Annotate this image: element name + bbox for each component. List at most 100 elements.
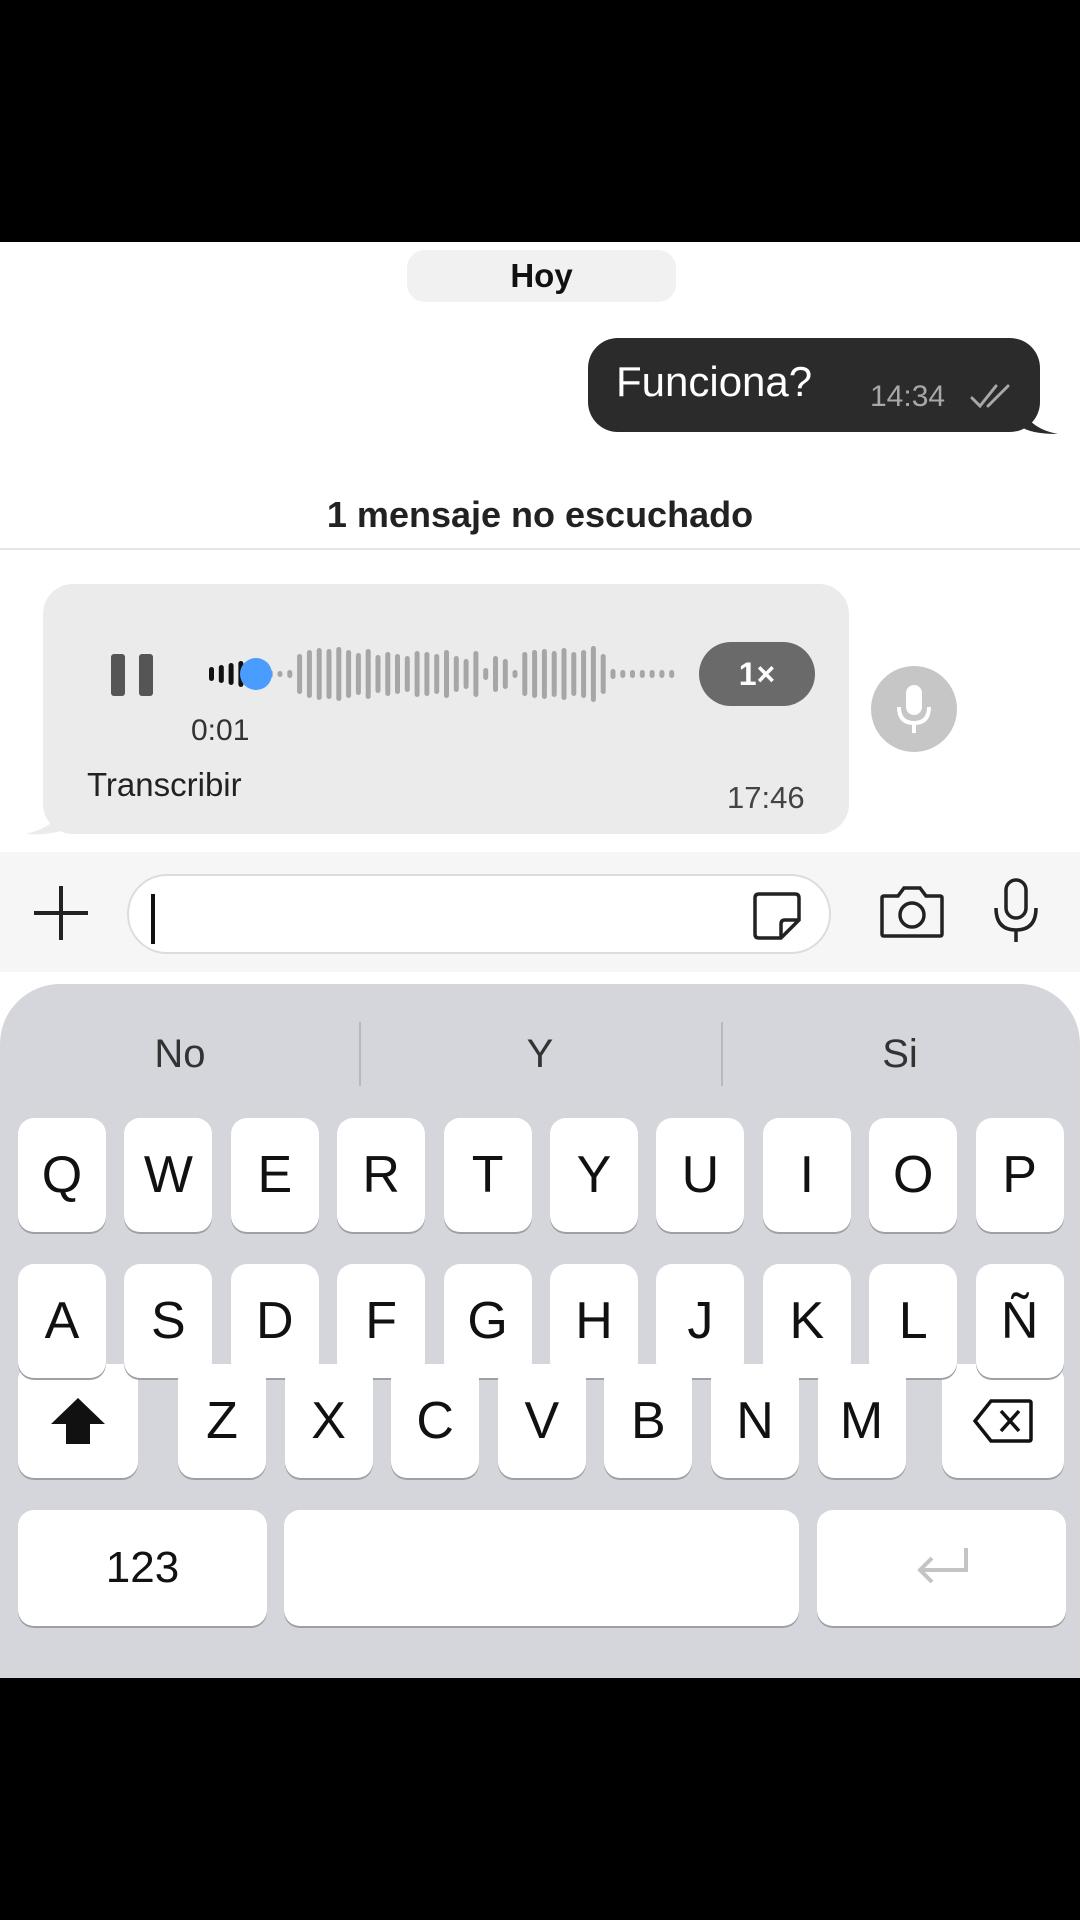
backspace-key[interactable]	[942, 1364, 1064, 1478]
waveform-bar	[649, 670, 655, 678]
waveform-bar	[532, 650, 538, 698]
key-u[interactable]: U	[656, 1118, 745, 1232]
transcribe-link[interactable]: Transcribir	[87, 766, 242, 804]
key-k[interactable]: K	[762, 1264, 851, 1378]
return-key[interactable]	[817, 1510, 1066, 1626]
voice-message[interactable]: 1× 0:01 Transcribir 17:46	[43, 584, 849, 834]
outgoing-message[interactable]: Funciona? 14:34	[588, 338, 1040, 432]
key-h[interactable]: H	[550, 1264, 638, 1378]
waveform-bar	[385, 652, 391, 696]
key-f[interactable]: F	[337, 1264, 426, 1378]
message-input[interactable]	[127, 874, 831, 954]
key-y[interactable]: Y	[550, 1118, 638, 1232]
key-n[interactable]: N	[711, 1364, 799, 1478]
waveform-bar	[502, 659, 508, 689]
key-p[interactable]: P	[975, 1118, 1064, 1232]
waveform-bar	[297, 654, 303, 694]
suggestion-1[interactable]: No	[0, 1018, 360, 1090]
waveform-bar	[336, 647, 342, 701]
space-key[interactable]	[284, 1510, 799, 1626]
waveform-bar	[355, 653, 361, 695]
key-ñ[interactable]: Ñ	[975, 1264, 1064, 1378]
keyboard: No Y Si 123 QWERTYUIOP ASDFGHJKLÑ ZXCVBNM	[0, 984, 1080, 1678]
key-e[interactable]: E	[230, 1118, 319, 1232]
message-text: Funciona?	[616, 358, 813, 405]
waveform-bar	[453, 656, 459, 692]
pause-icon[interactable]	[111, 654, 153, 696]
waveform-bar	[473, 651, 479, 697]
key-a[interactable]: A	[18, 1264, 106, 1378]
waveform-bar	[326, 649, 332, 699]
backspace-icon	[973, 1399, 1033, 1443]
shift-icon	[51, 1398, 105, 1444]
voice-reply-button[interactable]	[871, 666, 957, 752]
plus-icon[interactable]	[30, 882, 92, 944]
waveform-bar	[600, 654, 606, 694]
key-o[interactable]: O	[869, 1118, 958, 1232]
key-j[interactable]: J	[656, 1264, 745, 1378]
waveform-bar	[395, 654, 400, 694]
waveform-bar	[551, 651, 557, 697]
playback-speed-button[interactable]: 1×	[699, 642, 815, 706]
key-s[interactable]: S	[124, 1264, 213, 1378]
waveform-bar	[522, 652, 528, 696]
waveform-bar	[346, 650, 352, 698]
waveform-bar	[414, 651, 420, 697]
key-d[interactable]: D	[230, 1264, 319, 1378]
text-caret	[151, 894, 155, 944]
waveform-bar	[228, 663, 234, 685]
waveform-bar	[277, 671, 283, 677]
waveform-bar	[375, 655, 381, 693]
bottom-letterbox	[0, 1678, 1080, 1920]
waveform[interactable]	[203, 644, 693, 704]
voice-elapsed-time: 0:01	[191, 714, 250, 747]
waveform-bar	[541, 649, 547, 699]
waveform-bar	[630, 670, 635, 678]
key-v[interactable]: V	[497, 1364, 586, 1478]
key-l[interactable]: L	[869, 1264, 958, 1378]
waveform-bar	[581, 650, 587, 698]
waveform-bar	[444, 650, 449, 698]
microphone-icon	[897, 685, 931, 733]
date-chip: Hoy	[407, 250, 676, 302]
key-w[interactable]: W	[124, 1118, 213, 1232]
waveform-bar	[316, 648, 322, 700]
waveform-bar	[659, 670, 665, 678]
waveform-bar	[512, 670, 518, 678]
key-g[interactable]: G	[443, 1264, 532, 1378]
key-q[interactable]: Q	[18, 1118, 106, 1232]
waveform-bar	[463, 659, 469, 689]
key-r[interactable]: R	[337, 1118, 426, 1232]
microphone-icon[interactable]	[988, 876, 1044, 946]
sticker-icon[interactable]	[749, 888, 805, 944]
shift-key[interactable]	[18, 1364, 138, 1478]
key-m[interactable]: M	[817, 1364, 906, 1478]
camera-icon[interactable]	[878, 882, 946, 940]
waveform-bar	[424, 652, 430, 696]
key-x[interactable]: X	[284, 1364, 373, 1478]
waveform-bar	[306, 650, 312, 698]
waveform-bar	[590, 646, 596, 702]
key-z[interactable]: Z	[178, 1364, 266, 1478]
waveform-bar	[620, 670, 626, 678]
waveform-bar	[287, 670, 293, 678]
waveform-bar	[434, 654, 440, 694]
top-letterbox	[0, 0, 1080, 242]
waveform-bar	[571, 652, 577, 696]
key-c[interactable]: C	[391, 1364, 480, 1478]
key-b[interactable]: B	[604, 1364, 693, 1478]
suggestion-3[interactable]: Si	[720, 1018, 1080, 1090]
suggestion-2[interactable]: Y	[360, 1018, 720, 1090]
waveform-bar	[493, 656, 498, 692]
double-check-icon	[970, 384, 1010, 409]
key-t[interactable]: T	[443, 1118, 532, 1232]
waveform-bar	[404, 656, 410, 692]
numbers-key[interactable]: 123	[18, 1510, 267, 1626]
waveform-bar	[365, 649, 371, 699]
waveform-bar	[218, 665, 224, 683]
key-i[interactable]: I	[762, 1118, 851, 1232]
unread-banner: 1 mensaje no escuchado	[0, 480, 1080, 550]
waveform-bar	[209, 667, 214, 681]
waveform-bar	[561, 648, 567, 700]
voice-message-time: 17:46	[727, 780, 805, 815]
